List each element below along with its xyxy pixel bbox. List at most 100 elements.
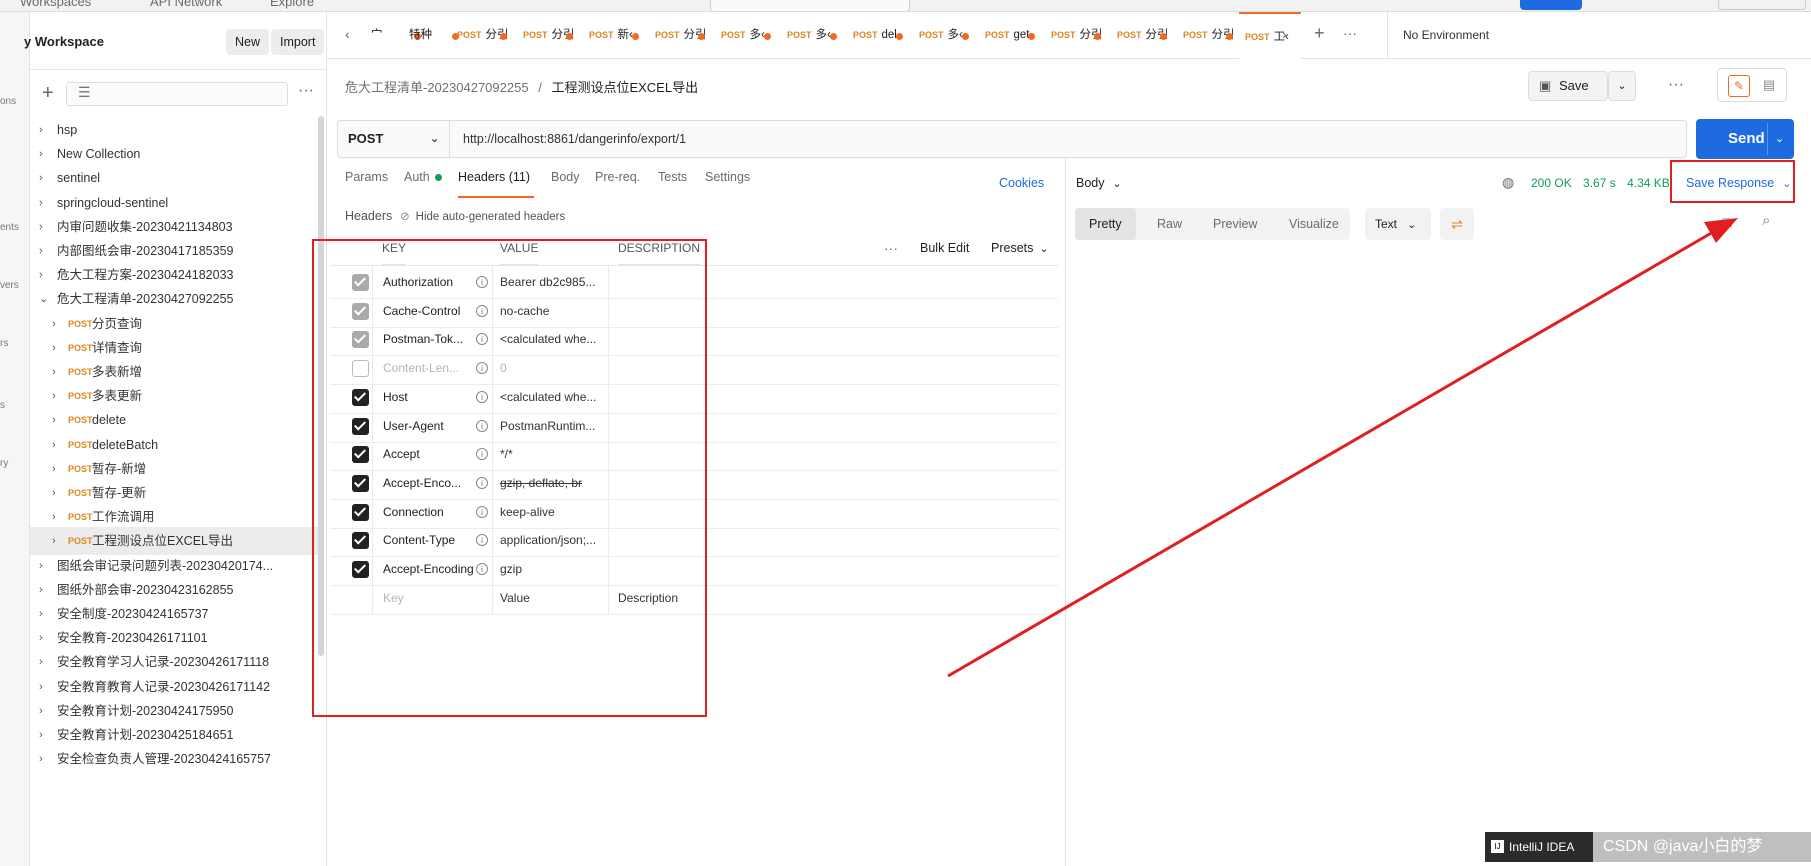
eye-off-icon: ⊘ (400, 211, 410, 223)
tree-item-label: 安全检查负责人管理-20230424165757 (57, 752, 271, 767)
intellij-idea-badge: IJ IntelliJ IDEA (1485, 832, 1593, 862)
iconbar-environments[interactable]: ents (0, 222, 19, 233)
bulk-edit-button[interactable]: Bulk Edit (920, 241, 969, 255)
request-tab[interactable]: POST 多‹ (913, 12, 975, 59)
view-raw[interactable]: Raw (1157, 208, 1182, 240)
new-button[interactable]: New (226, 29, 270, 55)
format-label: Text (1375, 217, 1398, 231)
breadcrumb-parent[interactable]: 危大工程清单-20230427092255 (345, 80, 529, 95)
tab-method: POST (1051, 30, 1076, 40)
search-icon[interactable]: ⌕ (1762, 212, 1770, 229)
invite-button[interactable] (1520, 0, 1582, 10)
wrap-lines-icon[interactable]: ⇌ (1440, 208, 1474, 240)
send-dropdown-chevron-icon[interactable]: ⌄ (1775, 119, 1784, 159)
iconbar-flows[interactable]: s (0, 400, 5, 411)
tab-params[interactable]: Params (345, 170, 388, 184)
documentation-icon[interactable]: ▤ (1758, 75, 1780, 97)
network-globe-icon[interactable]: ◍ (1502, 174, 1514, 191)
nav-workspaces[interactable]: Workspaces (20, 0, 91, 9)
tab-method: POST (985, 30, 1010, 40)
iconbar-monitors[interactable]: rs (0, 338, 8, 349)
more-options-icon[interactable]: ··· (298, 82, 314, 100)
edit-pencil-icon[interactable]: ✎ (1728, 75, 1750, 97)
breadcrumb-current[interactable]: 工程测设点位EXCEL导出 (551, 80, 698, 95)
request-tab[interactable]: POST 分引 (1177, 12, 1239, 59)
filter-input[interactable] (66, 82, 288, 106)
presets-label: Presets (991, 241, 1034, 255)
tab-headers[interactable]: Headers (11) (458, 170, 530, 184)
breadcrumb: 危大工程清单-20230427092255 / 工程测设点位EXCEL导出 (345, 77, 698, 96)
view-pretty[interactable]: Pretty (1075, 208, 1136, 240)
response-body-code[interactable]: 1PK��2RDV��������������������[Cont… (1076, 248, 1806, 866)
request-tab-bar: ‹ 宀特种 POST 分引 POST 分引 POST 新‹ POST 分引 POST 多‹ POST 多… (327, 12, 1811, 59)
presets-dropdown[interactable]: Presets ⌄ (991, 241, 1049, 255)
import-button[interactable]: Import (271, 29, 325, 55)
request-tab[interactable]: POST 多‹ (715, 12, 777, 59)
iconbar-history[interactable]: ry (0, 458, 8, 469)
format-chevron-icon: ⌄ (1407, 219, 1417, 231)
tab-options-icon[interactable]: ··· (1343, 25, 1357, 41)
request-tab[interactable]: POST 分引 (1111, 12, 1173, 59)
send-divider (1767, 123, 1768, 155)
unsaved-dot-icon (1028, 33, 1035, 40)
request-tab[interactable]: POST 工‹ (1239, 12, 1301, 59)
intellij-icon: IJ (1491, 840, 1504, 853)
global-search-input[interactable] (710, 0, 910, 11)
response-time[interactable]: 3.67 s (1583, 176, 1616, 190)
response-body-selector[interactable]: Body ⌄ (1076, 176, 1122, 190)
cookies-link[interactable]: Cookies (999, 176, 1044, 190)
collection-item[interactable]: › 安全检查负责人管理-20230424165757 (30, 745, 318, 773)
url-input[interactable]: http://localhost:8861/dangerinfo/export/… (463, 121, 686, 157)
tab-scroll-right-icon[interactable]: › (1282, 26, 1287, 42)
request-more-icon[interactable]: ··· (1668, 76, 1684, 94)
workspace-title[interactable]: y Workspace (24, 34, 104, 49)
response-size[interactable]: 4.34 KB (1627, 176, 1670, 190)
tab-method: POST (919, 30, 944, 40)
request-tab[interactable]: POST 新‹ (583, 12, 645, 59)
environment-selector[interactable]: No Environment (1403, 28, 1489, 42)
hide-auto-headers-toggle[interactable]: ⊘ Hide auto-generated headers (400, 209, 565, 223)
view-preview[interactable]: Preview (1213, 208, 1257, 240)
tab-pre-request[interactable]: Pre-req. (595, 170, 640, 184)
nav-explore[interactable]: Explore (270, 0, 314, 9)
iconbar-mock-servers[interactable]: vers (0, 280, 19, 291)
response-status: 200 OK 3.67 s 4.34 KB (1531, 176, 1670, 190)
iconbar-collections[interactable]: ons (0, 96, 16, 107)
format-select[interactable]: Text ⌄ (1365, 208, 1431, 240)
request-tab[interactable]: POST get (979, 12, 1041, 59)
pane-divider[interactable] (1065, 158, 1066, 866)
active-tab-indicator (458, 196, 534, 198)
tab-method: POST (655, 30, 680, 40)
view-visualize[interactable]: Visualize (1289, 208, 1339, 240)
tab-tests[interactable]: Tests (658, 170, 687, 184)
tab-scroll-left-icon[interactable]: ‹ (345, 26, 350, 42)
tab-body[interactable]: Body (551, 170, 580, 184)
unsaved-dot-icon (566, 33, 573, 40)
tab-settings[interactable]: Settings (705, 170, 750, 184)
nav-api-network[interactable]: API Network (150, 0, 222, 9)
request-tab[interactable]: POST 分引 (451, 12, 513, 59)
tab-divider (1387, 12, 1388, 59)
request-tab[interactable]: POST 分引 (517, 12, 579, 59)
upgrade-button[interactable] (1718, 0, 1806, 10)
request-tab[interactable]: POST 多‹ (781, 12, 843, 59)
request-tab[interactable]: POST del (847, 12, 909, 59)
save-dropdown-chevron-icon[interactable]: ⌄ (1608, 71, 1636, 101)
request-tab[interactable]: POST 分引 (649, 12, 711, 59)
new-tab-icon[interactable]: + (1314, 23, 1325, 44)
request-tab[interactable]: POST 分引 (1045, 12, 1107, 59)
method-label: POST (348, 131, 384, 146)
annotation-box-save-response (1670, 160, 1795, 203)
tab-auth[interactable]: Auth (404, 170, 430, 184)
save-button[interactable]: ▣ Save (1528, 71, 1608, 101)
chevron-right-icon[interactable]: › (39, 745, 43, 773)
copy-icon[interactable]: ⧉ (1722, 214, 1732, 231)
save-icon: ▣ (1539, 78, 1552, 93)
table-options-icon[interactable]: ··· (884, 240, 898, 256)
unsaved-dot-icon (698, 33, 705, 40)
method-select[interactable]: POST ⌄ (338, 121, 450, 157)
add-collection-icon[interactable]: + (42, 82, 54, 105)
presets-chevron-icon: ⌄ (1039, 243, 1049, 255)
workspace-header: y Workspace New Import (24, 12, 327, 70)
status-code[interactable]: 200 OK (1531, 176, 1572, 190)
